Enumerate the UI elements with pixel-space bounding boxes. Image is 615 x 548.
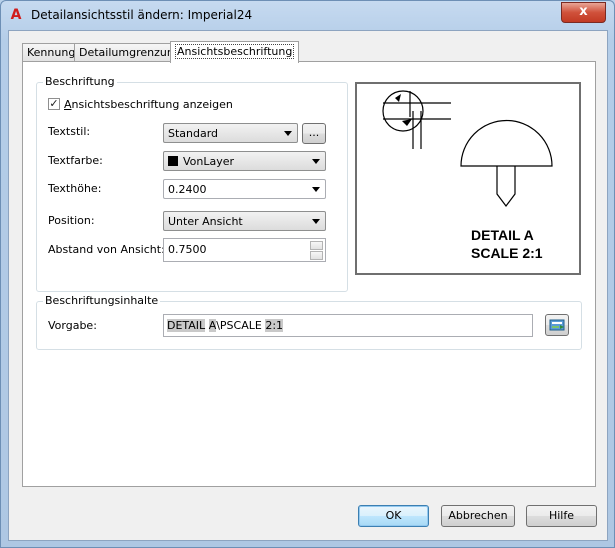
spin-up-icon[interactable] — [310, 241, 323, 250]
color-swatch-icon — [168, 156, 178, 166]
textfarbe-combo[interactable]: VonLayer — [163, 151, 326, 171]
dialog-client: Kennung Detailumgrenzung Ansichtsbeschri… — [8, 30, 608, 541]
preview-panel: DETAIL A SCALE 2:1 — [355, 82, 581, 275]
preview-drawing: DETAIL A SCALE 2:1 — [382, 90, 553, 261]
text-pscale: \PSCALE — [216, 319, 266, 332]
show-label-text: Ansichtsbeschriftung anzeigen — [64, 98, 233, 111]
tab-detailumgrenzung-label: Detailumgrenzung — [79, 46, 181, 59]
texthoehe-label: Texthöhe: — [48, 182, 102, 195]
neck-lines — [496, 166, 516, 182]
beschriftung-group: Beschriftung ✓ Ansichtsbeschriftung anze… — [36, 75, 348, 292]
textstil-combo[interactable]: Standard — [163, 123, 298, 143]
textfarbe-value: VonLayer — [183, 155, 235, 168]
tab-kennung[interactable]: Kennung — [22, 43, 81, 62]
close-button[interactable]: x — [561, 2, 606, 23]
dialog-window: A Detailansichtsstil ändern: Imperial24 … — [0, 0, 615, 548]
insert-field-button[interactable] — [545, 314, 569, 336]
chevron-down-icon — [284, 131, 292, 136]
autocad-a-icon: A — [10, 7, 22, 23]
vorgabe-value: DETAIL A\PSCALE 2:1 — [167, 319, 284, 332]
inhalte-group: Beschriftungsinhalte Vorgabe: DETAIL A\P… — [36, 294, 582, 350]
position-label: Position: — [48, 214, 95, 227]
abstand-spinner[interactable]: 0.7500 — [163, 238, 326, 262]
abstand-label: Abstand von Ansicht: — [48, 243, 165, 256]
position-value: Unter Ansicht — [168, 215, 243, 228]
ok-button[interactable]: OK — [358, 505, 429, 527]
texthoehe-combo[interactable]: 0.2400 — [163, 179, 326, 199]
title-bar[interactable]: A Detailansichtsstil ändern: Imperial24 … — [1, 1, 614, 29]
textstil-more-button[interactable]: ... — [302, 123, 326, 144]
tab-panel: Beschriftung ✓ Ansichtsbeschriftung anze… — [22, 61, 596, 487]
shaft-lines — [412, 111, 422, 149]
inhalte-group-title: Beschriftungsinhalte — [43, 294, 161, 307]
textstil-label: Textstil: — [48, 125, 91, 138]
head-shape — [460, 119, 553, 167]
preview-line1: DETAIL A — [471, 227, 534, 243]
tip-shape — [496, 182, 516, 207]
vorgabe-label: Vorgabe: — [48, 319, 97, 332]
preview-line2: SCALE 2:1 — [471, 245, 543, 261]
field-detail: DETAIL — [167, 319, 206, 332]
help-button[interactable]: Hilfe — [526, 505, 597, 527]
vorgabe-input[interactable]: DETAIL A\PSCALE 2:1 — [163, 314, 533, 337]
tab-ansichtsbeschriftung-label: Ansichtsbeschriftung — [175, 44, 295, 59]
textstil-value: Standard — [168, 127, 219, 140]
abstand-value: 0.7500 — [168, 243, 207, 256]
cancel-button[interactable]: Abbrechen — [441, 505, 515, 527]
window-title: Detailansichtsstil ändern: Imperial24 — [31, 8, 253, 22]
chevron-down-icon — [312, 159, 320, 164]
beschriftung-group-title: Beschriftung — [43, 75, 117, 88]
arrowhead-icon — [402, 119, 412, 126]
tab-ansichtsbeschriftung[interactable]: Ansichtsbeschriftung — [170, 41, 300, 63]
tab-kennung-label: Kennung — [27, 46, 76, 59]
field-scale: 2:1 — [265, 319, 284, 332]
spin-down-icon[interactable] — [310, 251, 323, 260]
texthoehe-value: 0.2400 — [168, 183, 207, 196]
textfarbe-label: Textfarbe: — [48, 154, 103, 167]
chevron-down-icon — [312, 219, 320, 224]
detail-circle — [382, 90, 424, 132]
arrowhead-icon — [395, 94, 401, 102]
insert-field-icon — [549, 319, 565, 331]
help-button-label: Hilfe — [548, 509, 575, 522]
chevron-down-icon — [312, 187, 320, 192]
show-label-checkbox[interactable]: ✓ — [48, 98, 60, 110]
position-combo[interactable]: Unter Ansicht — [163, 211, 326, 231]
